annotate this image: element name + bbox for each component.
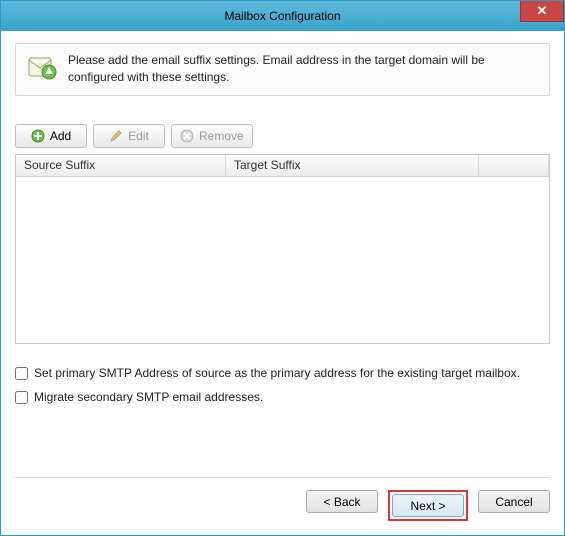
info-text: Please add the email suffix settings. Em… xyxy=(68,52,539,86)
migrate-secondary-label: Migrate secondary SMTP email addresses. xyxy=(34,390,263,404)
pencil-icon xyxy=(109,129,123,143)
primary-smtp-label: Set primary SMTP Address of source as th… xyxy=(34,366,520,380)
migrate-secondary-option[interactable]: Migrate secondary SMTP email addresses. xyxy=(15,390,550,404)
primary-smtp-option[interactable]: Set primary SMTP Address of source as th… xyxy=(15,366,550,380)
plus-icon xyxy=(31,129,45,143)
primary-smtp-checkbox[interactable] xyxy=(15,367,28,380)
dialog-window: Mailbox Configuration ✕ Please add the e… xyxy=(0,0,565,536)
col-spacer xyxy=(479,155,549,176)
client-area: Please add the email suffix settings. Em… xyxy=(1,31,564,535)
info-panel: Please add the email suffix settings. Em… xyxy=(15,43,550,96)
remove-label: Remove xyxy=(199,129,244,143)
next-highlight: Next > xyxy=(388,490,468,521)
close-icon: ✕ xyxy=(537,3,548,19)
window-title: Mailbox Configuration xyxy=(1,9,564,23)
close-button[interactable]: ✕ xyxy=(520,1,564,22)
edit-label: Edit xyxy=(128,129,149,143)
wizard-footer: < Back Next > Cancel xyxy=(15,477,550,521)
suffix-table: Source Suffix Target Suffix xyxy=(15,154,550,344)
remove-icon xyxy=(180,129,194,143)
table-body xyxy=(16,177,549,343)
back-button[interactable]: < Back xyxy=(306,490,378,513)
add-label: Add xyxy=(50,129,71,143)
options-group: Set primary SMTP Address of source as th… xyxy=(15,366,550,414)
remove-button[interactable]: Remove xyxy=(171,124,253,148)
titlebar: Mailbox Configuration ✕ xyxy=(1,1,564,31)
cancel-label: Cancel xyxy=(495,495,532,509)
cancel-button[interactable]: Cancel xyxy=(478,490,550,513)
next-label: Next > xyxy=(410,499,445,513)
mail-settings-icon xyxy=(26,52,58,87)
migrate-secondary-checkbox[interactable] xyxy=(15,391,28,404)
col-source-suffix[interactable]: Source Suffix xyxy=(16,155,226,176)
back-label: < Back xyxy=(323,495,360,509)
toolbar: Add Edit Remove xyxy=(15,124,550,148)
edit-button[interactable]: Edit xyxy=(93,124,165,148)
table-header: Source Suffix Target Suffix xyxy=(16,155,549,177)
add-button[interactable]: Add xyxy=(15,124,87,148)
next-button[interactable]: Next > xyxy=(392,494,464,517)
col-target-suffix[interactable]: Target Suffix xyxy=(226,155,479,176)
